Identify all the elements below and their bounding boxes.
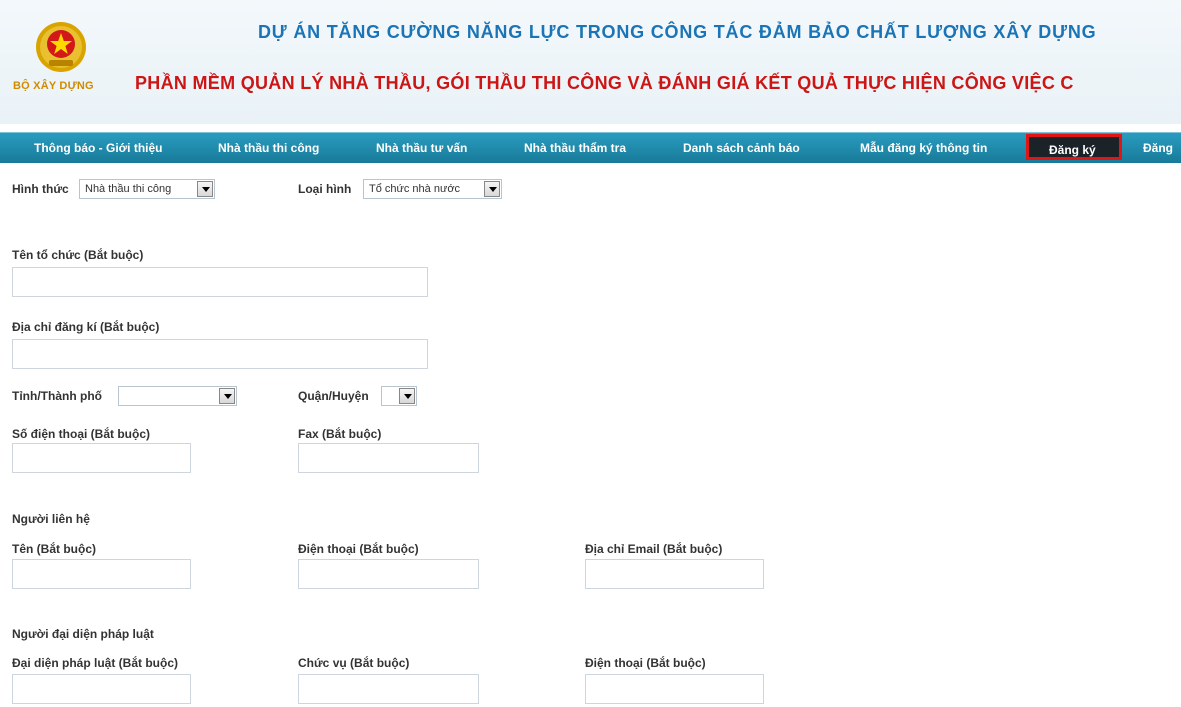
legal-section-title: Người đại diện pháp luật [12,627,154,641]
nav-item-nha-thau-tham-tra[interactable]: Nhà thầu thẩm tra [524,133,626,163]
ten-to-chuc-label: Tên tổ chức (Bắt buộc) [12,248,144,262]
nav-item-nha-thau-tu-van[interactable]: Nhà thầu tư vấn [376,133,467,163]
contact-name-label: Tên (Bắt buộc) [12,542,96,556]
so-dien-thoai-input[interactable] [12,443,191,473]
tinh-thanh-label: Tỉnh/Thành phố [12,389,102,403]
chevron-down-icon[interactable] [197,181,213,197]
nav-item-mau-dang-ky[interactable]: Mẫu đăng ký thông tin [860,133,987,163]
contact-phone-label: Điện thoại (Bắt buộc) [298,542,419,556]
hinh-thuc-value: Nhà thầu thi công [85,183,172,195]
contact-section-title: Người liên hệ [12,512,90,526]
dia-chi-input[interactable] [12,339,428,369]
legal-phone-label: Điện thoại (Bắt buộc) [585,656,706,670]
contact-email-input[interactable] [585,559,764,589]
main-nav: Thông báo - Giới thiệu Nhà thầu thi công… [0,132,1181,163]
legal-position-input[interactable] [298,674,479,704]
fax-input[interactable] [298,443,479,473]
contact-phone-input[interactable] [298,559,479,589]
legal-position-label: Chức vụ (Bắt buộc) [298,656,410,670]
chevron-down-icon[interactable] [399,388,415,404]
page-header: BỘ XÂY DỰNG DỰ ÁN TĂNG CƯỜNG NĂNG LỰC TR… [0,0,1181,124]
loai-hinh-value: Tổ chức nhà nước [369,183,461,195]
software-title: PHẦN MỀM QUẢN LÝ NHÀ THẦU, GÓI THẦU THI … [135,73,1074,93]
nav-item-dang-ky[interactable]: Đăng ký [1026,134,1122,160]
legal-rep-input[interactable] [12,674,191,704]
chevron-down-icon[interactable] [484,181,500,197]
tinh-thanh-select[interactable] [118,386,237,406]
hinh-thuc-select[interactable]: Nhà thầu thi công [79,179,215,199]
chevron-down-icon[interactable] [219,388,235,404]
ministry-name: BỘ XÂY DỰNG [13,80,94,92]
loai-hinh-label: Loại hình [298,182,352,196]
ten-to-chuc-input[interactable] [12,267,428,297]
nav-item-nha-thau-thi-cong[interactable]: Nhà thầu thi công [218,133,319,163]
quan-huyen-select[interactable] [381,386,417,406]
nav-item-danh-sach-canh-bao[interactable]: Danh sách cảnh báo [683,133,800,163]
legal-rep-label: Đại diện pháp luật (Bắt buộc) [12,656,179,670]
loai-hinh-select[interactable]: Tổ chức nhà nước [363,179,502,199]
quan-huyen-label: Quận/Huyện [298,389,369,403]
fax-label: Fax (Bắt buộc) [298,427,382,441]
dia-chi-label: Địa chỉ đăng kí (Bắt buộc) [12,320,160,334]
so-dien-thoai-label: Số điện thoại (Bắt buộc) [12,427,150,441]
contact-email-label: Địa chỉ Email (Bắt buộc) [585,542,723,556]
nav-item-dang-nhap[interactable]: Đăng [1143,133,1173,163]
project-title: DỰ ÁN TĂNG CƯỜNG NĂNG LỰC TRONG CÔNG TÁC… [258,22,1097,42]
national-emblem-icon [36,22,86,72]
hinh-thuc-label: Hình thức [12,182,69,196]
nav-item-thong-bao[interactable]: Thông báo - Giới thiệu [34,133,163,163]
contact-name-input[interactable] [12,559,191,589]
legal-phone-input[interactable] [585,674,764,704]
